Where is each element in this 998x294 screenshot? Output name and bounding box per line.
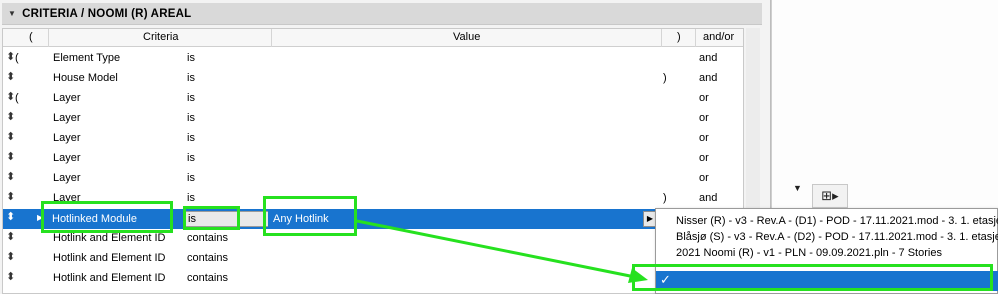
highlight-box-operator [183, 206, 240, 230]
criteria-cell[interactable]: Hotlink and Element ID [53, 272, 166, 284]
operator-cell[interactable]: is [187, 112, 195, 124]
operator-cell[interactable]: is [187, 52, 195, 64]
table-header: ( Criteria Value ) and/or [3, 29, 743, 47]
menu-item[interactable]: 2021 Noomi (R) - v1 - PLN - 09.09.2021.p… [676, 247, 942, 259]
criteria-table: ( Criteria Value ) and/or ⬍ ( Element Ty… [2, 28, 744, 294]
andor-cell[interactable]: or [699, 152, 709, 164]
andor-cell[interactable]: or [699, 112, 709, 124]
criteria-cell[interactable]: Layer [53, 152, 81, 164]
operator-cell[interactable]: is [187, 132, 195, 144]
menu-item[interactable]: Blåsjø (S) - v3 - Rev.A - (D2) - POD - 1… [676, 231, 998, 243]
operator-cell[interactable]: is [187, 172, 195, 184]
col-header-value[interactable]: Value [453, 31, 480, 43]
updown-arrows-icon[interactable]: ⬍ [6, 90, 15, 103]
table-row[interactable]: ⬍ House Model is ) and [3, 69, 743, 89]
table-row[interactable]: ⬍ ( Layer is or [3, 89, 743, 109]
updown-arrows-icon[interactable]: ⬍ [6, 230, 15, 243]
col-header-open-paren[interactable]: ( [29, 31, 33, 43]
updown-arrows-icon[interactable]: ⬍ [6, 150, 15, 163]
highlight-box-criteria [41, 201, 173, 233]
updown-arrows-icon[interactable]: ⬍ [6, 270, 15, 283]
criteria-cell[interactable]: Layer [53, 112, 81, 124]
operator-cell[interactable]: is [187, 192, 195, 204]
updown-arrows-icon[interactable]: ⬍ [6, 70, 15, 83]
updown-arrows-icon[interactable]: ⬍ [6, 110, 15, 123]
col-header-close-paren[interactable]: ) [677, 31, 681, 43]
close-paren-cell[interactable]: ) [663, 72, 667, 84]
highlight-box-value [263, 196, 357, 236]
collapse-triangle-icon[interactable]: ▼ [8, 9, 16, 18]
operator-cell[interactable]: is [187, 72, 195, 84]
andor-cell[interactable]: and [699, 52, 717, 64]
dropdown-arrow-icon[interactable]: ▼ [793, 183, 802, 193]
criteria-cell[interactable]: Layer [53, 132, 81, 144]
operator-cell[interactable]: contains [187, 272, 228, 284]
open-paren-cell[interactable]: ( [15, 92, 19, 104]
updown-arrows-icon[interactable]: ⬍ [6, 50, 15, 63]
open-paren-cell[interactable]: ( [15, 52, 19, 64]
col-header-criteria[interactable]: Criteria [143, 31, 178, 43]
close-paren-cell[interactable]: ) [663, 192, 667, 204]
table-row[interactable]: ⬍ Layer is or [3, 169, 743, 189]
operator-cell[interactable]: contains [187, 232, 228, 244]
andor-cell[interactable]: and [699, 72, 717, 84]
section-title: CRITERIA / NOOMI (R) AREAL [22, 7, 192, 20]
updown-arrows-icon[interactable]: ⬍ [6, 130, 15, 143]
table-row[interactable]: ⬍ Layer is or [3, 109, 743, 129]
highlight-box-menu-item [632, 264, 993, 291]
operator-cell[interactable]: is [187, 92, 195, 104]
table-row[interactable]: ⬍ ( Element Type is and [3, 49, 743, 69]
table-row[interactable]: ⬍ Layer is or [3, 149, 743, 169]
section-header[interactable]: ▼ CRITERIA / NOOMI (R) AREAL [2, 3, 762, 25]
updown-arrows-icon[interactable]: ⬍ [6, 190, 15, 203]
criteria-cell[interactable]: Hotlink and Element ID [53, 232, 166, 244]
criteria-cell[interactable]: Element Type [53, 52, 120, 64]
updown-arrows-icon[interactable]: ⬍ [6, 210, 15, 223]
criteria-cell[interactable]: Hotlink and Element ID [53, 252, 166, 264]
criteria-cell[interactable]: House Model [53, 72, 118, 84]
operator-cell[interactable]: contains [187, 252, 228, 264]
criteria-cell[interactable]: Layer [53, 92, 81, 104]
criteria-cell[interactable]: Layer [53, 172, 81, 184]
andor-cell[interactable]: and [699, 192, 717, 204]
andor-cell[interactable]: or [699, 132, 709, 144]
andor-cell[interactable]: or [699, 172, 709, 184]
tree-icon-button[interactable]: ⊞▸ [812, 184, 848, 208]
table-row[interactable]: ⬍ Layer is or [3, 129, 743, 149]
operator-cell[interactable]: is [187, 152, 195, 164]
updown-arrows-icon[interactable]: ⬍ [6, 170, 15, 183]
andor-cell[interactable]: or [699, 92, 709, 104]
col-header-andor[interactable]: and/or [703, 31, 734, 43]
menu-item[interactable]: Nisser (R) - v3 - Rev.A - (D1) - POD - 1… [676, 215, 998, 227]
updown-arrows-icon[interactable]: ⬍ [6, 250, 15, 263]
